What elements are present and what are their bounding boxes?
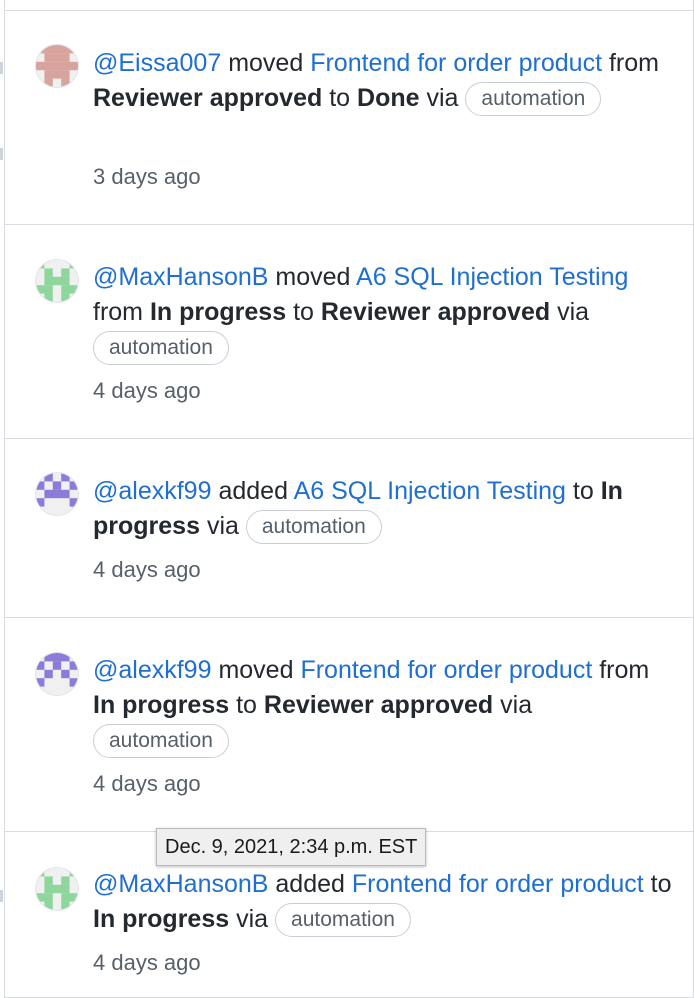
activity-text: @alexkf99 moved Frontend for order produ… xyxy=(93,653,673,758)
relative-time[interactable]: 3 days ago xyxy=(93,164,201,190)
user-link[interactable]: @alexkf99 xyxy=(93,656,212,684)
from-column: Reviewer approved xyxy=(93,84,323,112)
activity-text: @MaxHansonB added Frontend for order pro… xyxy=(93,867,673,937)
identicon-icon xyxy=(36,45,78,87)
user-link[interactable]: @alexkf99 xyxy=(93,477,212,505)
automation-badge[interactable]: automation xyxy=(465,82,602,116)
activity-item: @alexkf99 added A6 SQL Injection Testing… xyxy=(5,439,693,618)
timestamp-tooltip: Dec. 9, 2021, 2:34 p.m. EST xyxy=(156,828,427,866)
relative-time[interactable]: 4 days ago xyxy=(93,950,201,976)
card-link[interactable]: Frontend for order product xyxy=(310,49,602,77)
avatar[interactable] xyxy=(36,45,78,87)
identicon-icon xyxy=(36,473,78,515)
user-link[interactable]: @Eissa007 xyxy=(93,49,221,77)
identicon-icon xyxy=(36,260,78,302)
activity-text: @Eissa007 moved Frontend for order produ… xyxy=(93,46,673,116)
activity-item: @alexkf99 moved Frontend for order produ… xyxy=(5,618,693,832)
relative-time[interactable]: 4 days ago xyxy=(93,557,201,583)
avatar[interactable] xyxy=(36,868,78,910)
via-word: via xyxy=(206,512,239,540)
avatar[interactable] xyxy=(36,260,78,302)
identicon-icon xyxy=(36,653,78,695)
via-word: via xyxy=(426,84,459,112)
card-link[interactable]: Frontend for order product xyxy=(300,656,592,684)
from-column: In progress xyxy=(149,298,287,326)
left-edge-marker xyxy=(0,62,3,74)
activity-item: @MaxHansonB moved A6 SQL Injection Testi… xyxy=(5,225,693,439)
from-word: from xyxy=(93,298,143,326)
from-word: from xyxy=(608,49,659,77)
activity-item: @Eissa007 moved Frontend for order produ… xyxy=(5,11,693,225)
via-word: via xyxy=(557,298,590,326)
via-word: via xyxy=(236,905,269,933)
to-column: Done xyxy=(357,84,420,112)
automation-badge[interactable]: automation xyxy=(93,724,229,758)
relative-time[interactable]: 4 days ago xyxy=(93,378,201,404)
action-verb: added xyxy=(218,477,288,505)
activity-text: @alexkf99 added A6 SQL Injection Testing… xyxy=(93,474,673,544)
from-column: In progress xyxy=(93,691,230,719)
action-verb: moved xyxy=(275,263,351,291)
automation-badge[interactable]: automation xyxy=(245,510,382,544)
left-edge-marker xyxy=(0,890,3,902)
to-column: Reviewer approved xyxy=(320,298,551,326)
automation-badge[interactable]: automation xyxy=(275,903,411,937)
action-verb: added xyxy=(275,870,345,898)
via-word: via xyxy=(500,691,533,719)
to-word: to xyxy=(572,477,594,505)
card-link[interactable]: A6 SQL Injection Testing xyxy=(356,263,628,291)
avatar[interactable] xyxy=(36,473,78,515)
relative-time[interactable]: 4 days ago xyxy=(93,771,201,797)
activity-text: @MaxHansonB moved A6 SQL Injection Testi… xyxy=(93,260,673,365)
user-link[interactable]: @MaxHansonB xyxy=(93,870,268,898)
action-verb: moved xyxy=(228,49,304,77)
card-link[interactable]: A6 SQL Injection Testing xyxy=(294,477,566,505)
card-link[interactable]: Frontend for order product xyxy=(352,870,644,898)
left-edge-marker xyxy=(0,148,3,160)
user-link[interactable]: @MaxHansonB xyxy=(93,263,268,291)
to-column: In progress xyxy=(93,905,230,933)
project-activity-panel: @Eissa007 moved Frontend for order produ… xyxy=(0,0,694,998)
identicon-icon xyxy=(36,868,78,910)
avatar[interactable] xyxy=(36,653,78,695)
to-word: to xyxy=(329,84,351,112)
to-word: to xyxy=(293,298,314,326)
action-verb: moved xyxy=(218,656,294,684)
automation-badge[interactable]: automation xyxy=(93,331,229,365)
to-word: to xyxy=(650,870,672,898)
to-word: to xyxy=(236,691,257,719)
to-column: Reviewer approved xyxy=(263,691,494,719)
from-word: from xyxy=(599,656,650,684)
